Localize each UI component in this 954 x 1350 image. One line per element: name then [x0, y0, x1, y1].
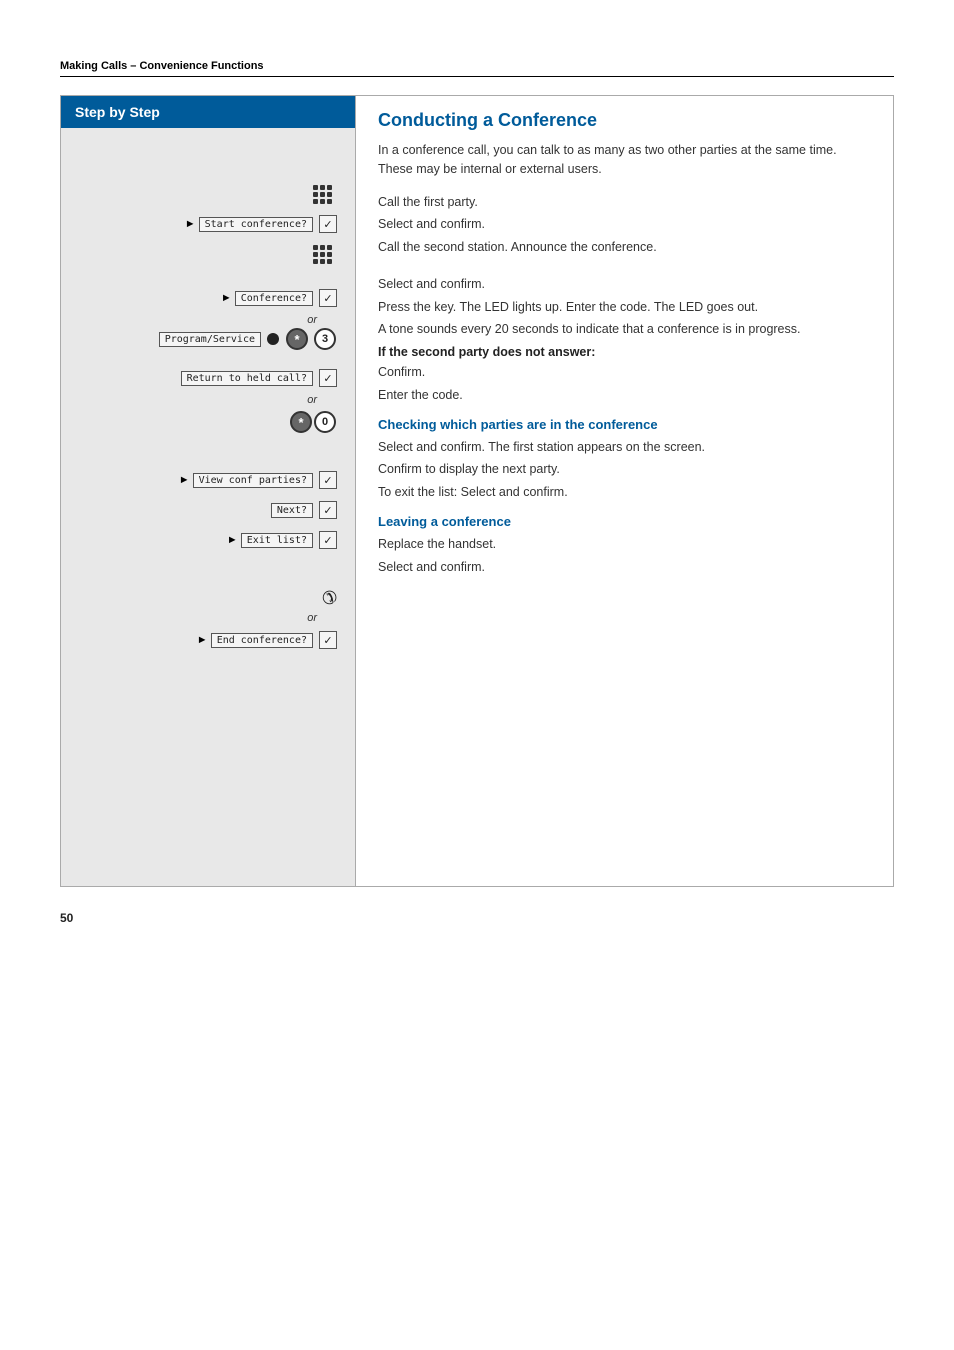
main-title: Conducting a Conference — [378, 110, 871, 131]
conference-check: ✓ — [319, 289, 337, 307]
intro-text: In a conference call, you can talk to as… — [378, 141, 871, 179]
arrow-icon-exit: ► — [227, 534, 238, 546]
arrow-icon-start: ► — [185, 218, 196, 230]
keypad-icon-row-1 — [71, 180, 345, 208]
start-conference-check: ✓ — [319, 215, 337, 233]
conference-row: ► Conference? ✓ — [71, 284, 345, 312]
prog-service-box: Program/Service — [159, 332, 261, 347]
start-conference-box: Start conference? — [199, 217, 313, 232]
exit-list-check: ✓ — [319, 531, 337, 549]
arrow-icon-conference: ► — [221, 292, 232, 304]
exit-list-box: Exit list? — [241, 533, 313, 548]
section-header-text: Making Calls – Convenience Functions — [60, 60, 264, 72]
view-conf-parties-box: View conf parties? — [193, 473, 313, 488]
step-tone-sounds: A tone sounds every 20 seconds to indica… — [378, 320, 871, 339]
step-press-key: Press the key. The LED lights up. Enter … — [378, 298, 871, 317]
return-held-call-box: Return to held call? — [181, 371, 313, 386]
view-conf-parties-check: ✓ — [319, 471, 337, 489]
key-3: 3 — [314, 328, 336, 350]
star-zero-row: * 0 — [71, 408, 345, 436]
checking-parties-title: Checking which parties are in the confer… — [378, 417, 871, 432]
left-panel-title: Step by Step — [61, 96, 355, 128]
return-held-call-row: Return to held call? ✓ — [71, 364, 345, 392]
right-panel: Conducting a Conference In a conference … — [356, 96, 893, 886]
step-replace-handset: Replace the handset. — [378, 535, 871, 554]
left-panel-body: ► Start conference? ✓ — [61, 128, 355, 886]
start-conference-row: ► Start conference? ✓ — [71, 210, 345, 238]
next-box: Next? — [271, 503, 313, 518]
next-row: Next? ✓ — [71, 496, 345, 524]
step-next-party: Confirm to display the next party. — [378, 460, 871, 479]
end-conference-check: ✓ — [319, 631, 337, 649]
led-dot — [267, 333, 279, 345]
keypad-icon-row-2 — [71, 240, 345, 268]
handset-row: ✆ — [71, 584, 345, 612]
page: Making Calls – Convenience Functions Ste… — [0, 0, 954, 965]
step-enter-code: Enter the code. — [378, 386, 871, 405]
handset-icon: ✆ — [322, 588, 337, 609]
star-key-2: * — [290, 411, 312, 433]
step-exit-list: To exit the list: Select and confirm. — [378, 483, 871, 502]
leaving-conference-title: Leaving a conference — [378, 514, 871, 529]
step-select-confirm-2: Select and confirm. — [378, 275, 871, 294]
page-number: 50 — [60, 911, 894, 925]
or-label-3: or — [71, 612, 345, 624]
view-conf-parties-row: ► View conf parties? ✓ — [71, 466, 345, 494]
step-select-confirm-1: Select and confirm. — [378, 215, 871, 234]
left-panel: Step by Step — [61, 96, 356, 886]
next-check: ✓ — [319, 501, 337, 519]
star-key: * — [286, 328, 308, 350]
step-call-first: Call the first party. — [378, 193, 871, 212]
end-conference-row: ► End conference? ✓ — [71, 626, 345, 654]
return-held-call-check: ✓ — [319, 369, 337, 387]
conference-box: Conference? — [235, 291, 313, 306]
key-0: 0 — [314, 411, 336, 433]
section-header: Making Calls – Convenience Functions — [60, 60, 894, 77]
or-label-2: or — [71, 394, 345, 406]
step-view-conf: Select and confirm. The first station ap… — [378, 438, 871, 457]
end-conference-box: End conference? — [211, 633, 313, 648]
or-label-1: or — [71, 314, 345, 326]
step-confirm-return: Confirm. — [378, 363, 871, 382]
keypad-grid-icon-2 — [313, 245, 332, 264]
arrow-icon-end: ► — [197, 634, 208, 646]
prog-service-row: Program/Service * 3 — [71, 328, 345, 350]
second-party-header: If the second party does not answer: — [378, 345, 871, 359]
arrow-icon-view: ► — [179, 474, 190, 486]
keypad-grid-icon-1 — [313, 185, 332, 204]
main-layout: Step by Step — [60, 95, 894, 887]
step-select-confirm-end: Select and confirm. — [378, 558, 871, 577]
exit-list-row: ► Exit list? ✓ — [71, 526, 345, 554]
step-call-second: Call the second station. Announce the co… — [378, 238, 871, 257]
